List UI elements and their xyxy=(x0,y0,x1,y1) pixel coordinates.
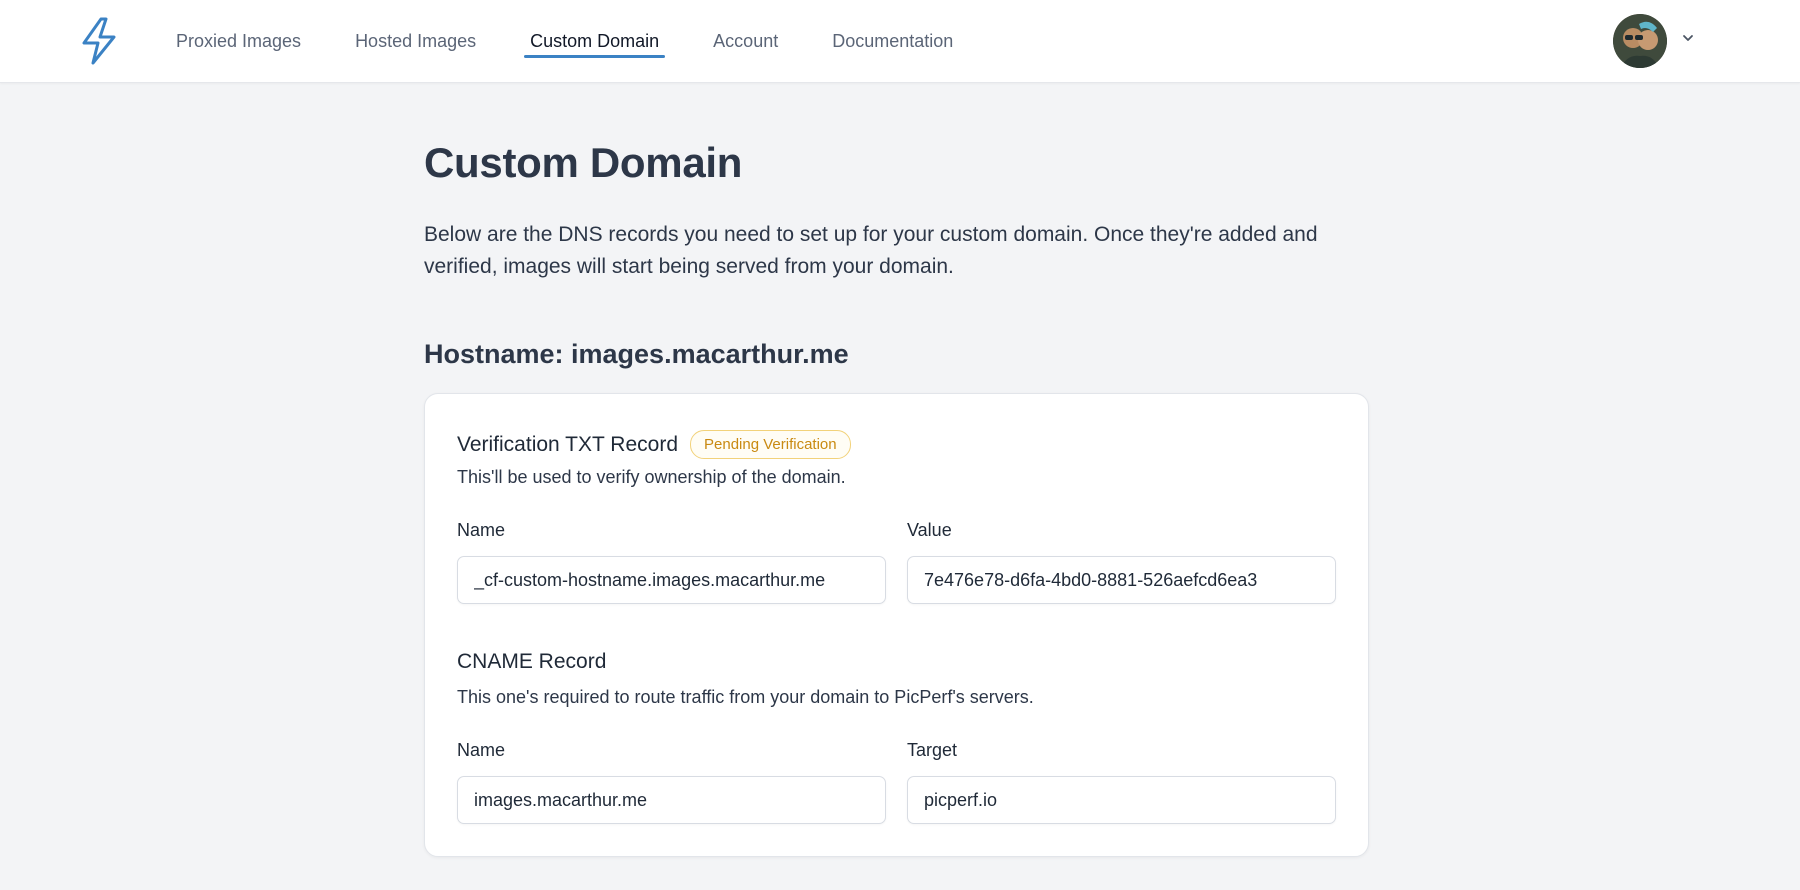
cname-section-title: CNAME Record xyxy=(457,650,606,674)
verification-name-field[interactable] xyxy=(457,556,886,604)
status-badge: Pending Verification xyxy=(690,430,851,459)
lightning-bolt-icon[interactable] xyxy=(76,14,122,68)
cname-name-field[interactable] xyxy=(457,776,886,824)
cname-target-field[interactable] xyxy=(907,776,1336,824)
cname-title-text: CNAME Record xyxy=(457,650,607,673)
nav-item-account[interactable]: Account xyxy=(707,0,784,83)
nav-item-proxied-images[interactable]: Proxied Images xyxy=(170,0,307,83)
nav-item-documentation[interactable]: Documentation xyxy=(826,0,959,83)
chevron-down-icon[interactable] xyxy=(1680,30,1696,46)
page-title: Custom Domain xyxy=(424,139,743,186)
verification-value-label: Value xyxy=(907,520,952,540)
nav-item-hosted-images[interactable]: Hosted Images xyxy=(349,0,482,83)
dns-records-card: Verification TXT Record Pending Verifica… xyxy=(424,393,1369,857)
nav-item-custom-domain[interactable]: Custom Domain xyxy=(524,0,666,83)
cname-target-label: Target xyxy=(907,740,958,760)
cname-name-label: Name xyxy=(457,740,506,760)
top-navigation-bar: Proxied Images Hosted Images Custom Doma… xyxy=(0,0,1800,83)
verification-description: This'll be used to verify ownership of t… xyxy=(457,467,846,487)
user-avatar[interactable] xyxy=(1613,14,1667,68)
primary-nav: Proxied Images Hosted Images Custom Doma… xyxy=(158,0,971,83)
cname-description: This one's required to route traffic fro… xyxy=(457,687,1034,707)
verification-name-label: Name xyxy=(457,520,506,540)
verification-value-field[interactable] xyxy=(907,556,1336,604)
verification-title-text: Verification TXT Record xyxy=(457,432,678,456)
verification-section-title: Verification TXT Record Pending Verifica… xyxy=(457,430,851,459)
page-intro: Below are the DNS records you need to se… xyxy=(424,223,1318,278)
hostname-heading: Hostname: images.macarthur.me xyxy=(424,339,849,369)
